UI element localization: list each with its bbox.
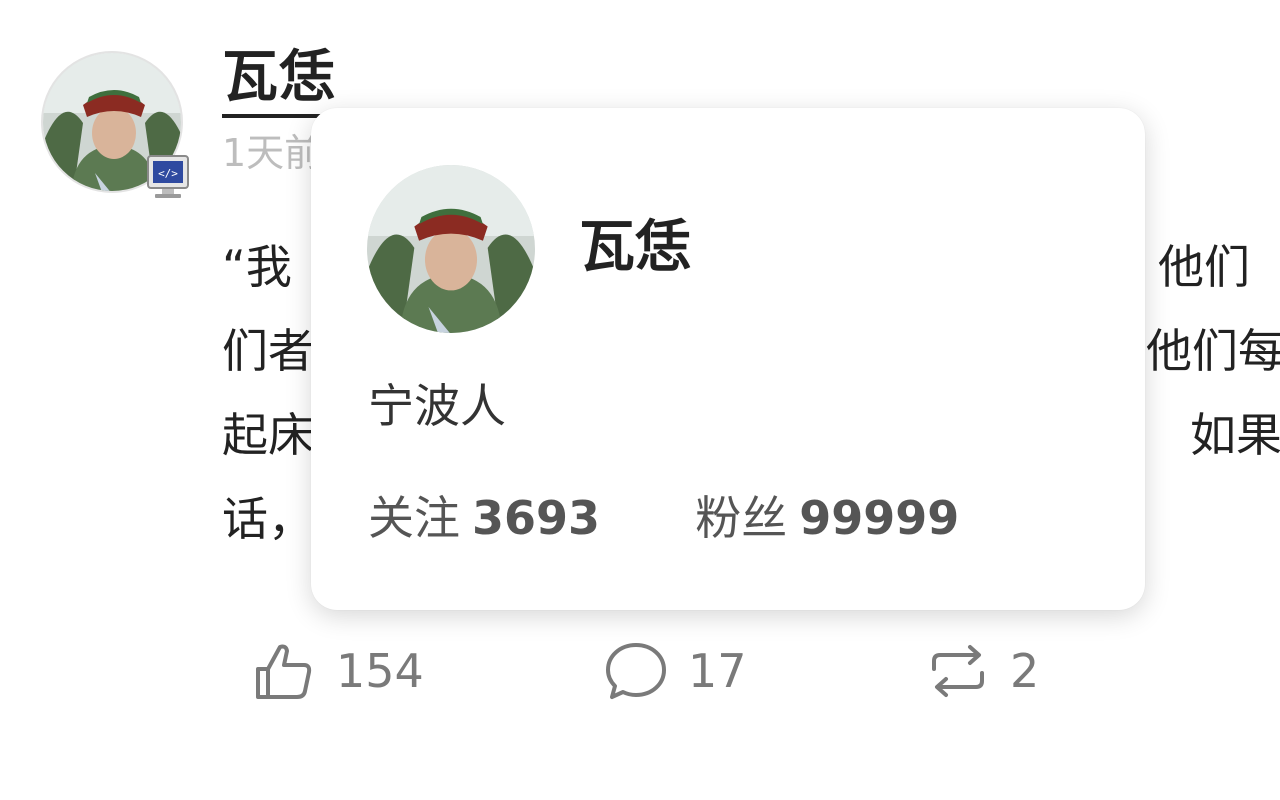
post-action-bar: 154 17 2 (0, 636, 1280, 706)
card-user-stats: 关注 3693 粉丝 99999 (368, 488, 959, 548)
followers-count: 99999 (799, 491, 960, 545)
card-avatar-image (367, 165, 535, 333)
card-avatar[interactable] (367, 165, 535, 333)
repost-icon (932, 645, 984, 697)
like-count: 154 (336, 644, 424, 698)
post-time: 1天前 (222, 131, 323, 175)
post-page: </> 瓦恁 1天前 “我 他们 们者 他们每 起床 如果 话， 154 17 … (0, 0, 1280, 800)
like-button[interactable]: 154 (252, 636, 424, 706)
followers-label: 粉丝 (695, 491, 788, 545)
followers-link[interactable]: 粉丝 99999 (695, 491, 959, 545)
following-label: 关注 (368, 491, 460, 545)
repost-count: 2 (1010, 644, 1040, 698)
comment-bubble-icon (606, 643, 666, 699)
author-avatar-container[interactable]: </> (41, 51, 189, 198)
comment-count: 17 (688, 644, 747, 698)
comment-button[interactable]: 17 (604, 636, 747, 706)
following-link[interactable]: 关注 3693 (368, 491, 615, 545)
following-count: 3693 (472, 491, 601, 545)
user-hover-card: 瓦恁 宁波人 关注 3693 粉丝 99999 (311, 108, 1145, 610)
repost-button[interactable]: 2 (926, 636, 1039, 706)
card-user-bio: 宁波人 (368, 379, 506, 433)
thumbs-up-icon (256, 644, 312, 699)
developer-monitor-icon: </> (145, 153, 191, 201)
author-name[interactable]: 瓦恁 (222, 42, 336, 114)
card-user-name[interactable]: 瓦恁 (579, 212, 691, 284)
svg-text:</>: </> (158, 167, 178, 180)
